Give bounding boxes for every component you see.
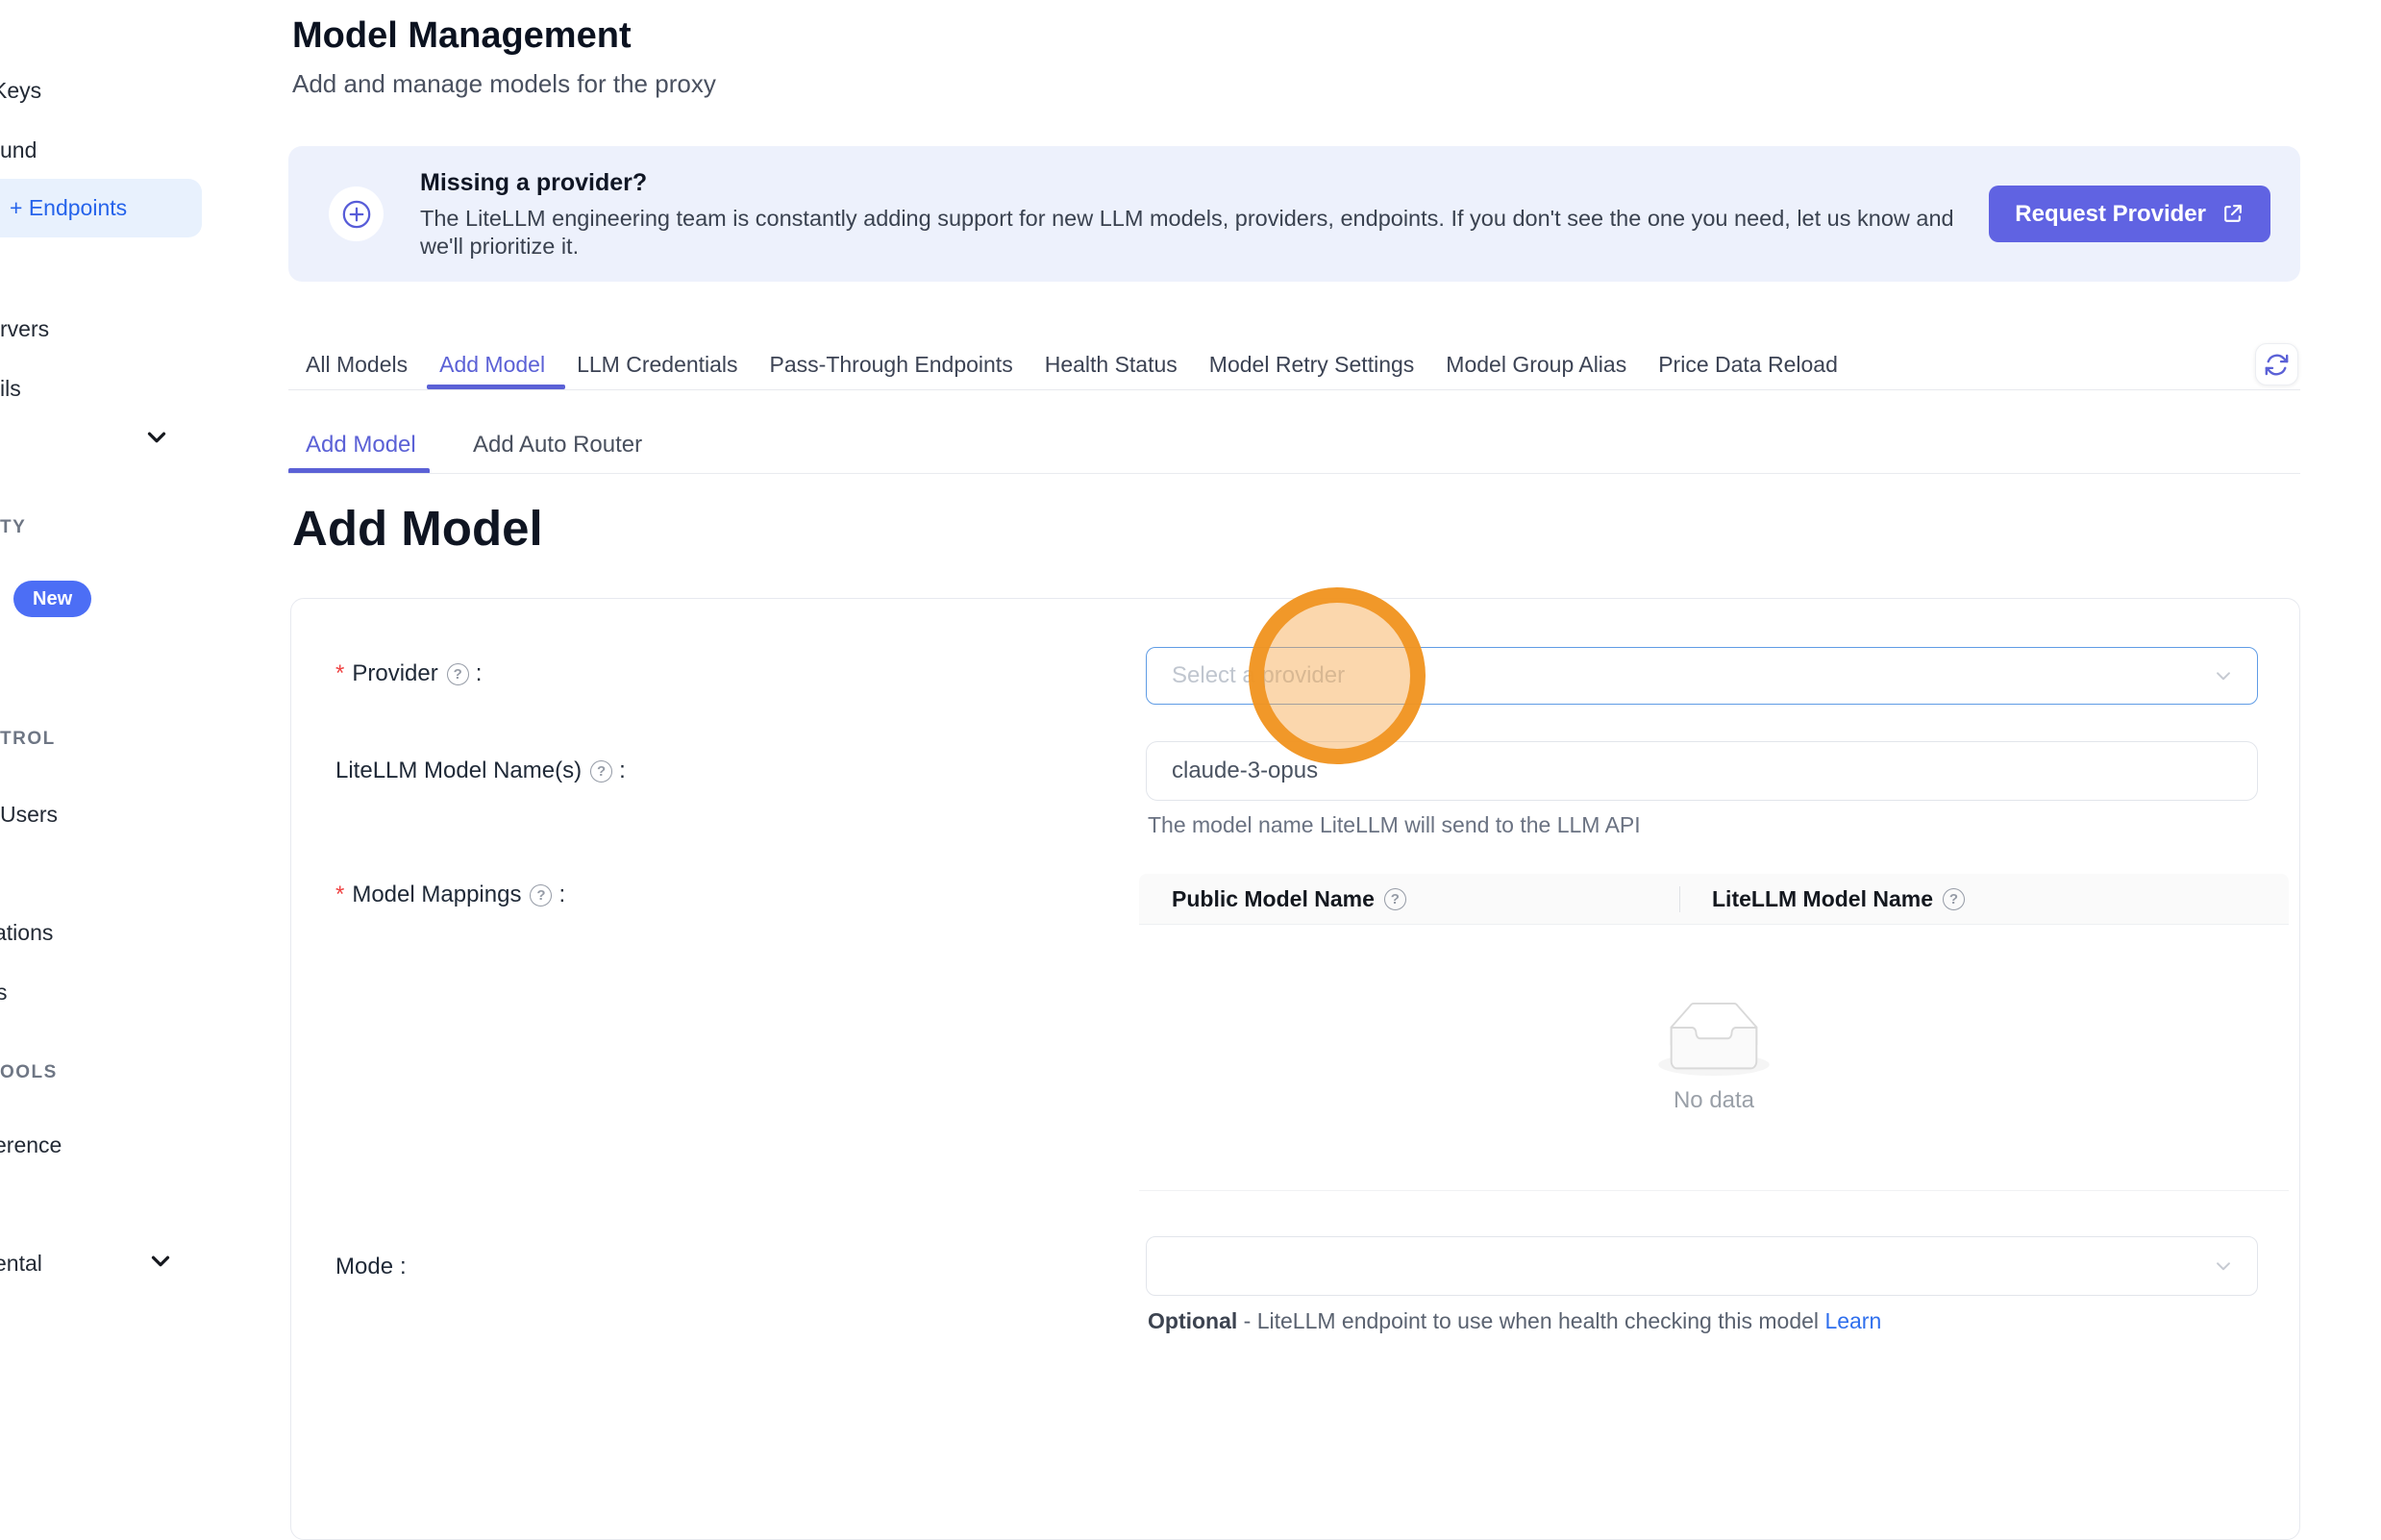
help-circle-icon[interactable] (1384, 888, 1406, 910)
model-name-input[interactable] (1146, 741, 2258, 801)
subtab-add-auto-router[interactable]: Add Auto Router (473, 432, 642, 459)
tabs-divider (288, 389, 2300, 390)
required-asterisk: * (335, 882, 344, 908)
add-model-heading: Add Model (292, 500, 543, 557)
subtabs-divider (288, 473, 2300, 474)
banner-body-line1: The LiteLLM engineering team is constant… (420, 206, 1954, 232)
add-model-form-card: * Provider LiteLLM Model Name(s) The mod… (290, 598, 2300, 1540)
chevron-down-icon[interactable] (146, 1247, 175, 1276)
mode-select-input[interactable] (1147, 1237, 2257, 1295)
sidebar-item-organizations[interactable]: ations (0, 913, 53, 952)
banner-title: Missing a provider? (420, 169, 647, 197)
banner-body-line2: we'll prioritize it. (420, 234, 579, 260)
page-title: Model Management (292, 15, 632, 57)
sidebar-section-label: OOLS (0, 1062, 58, 1083)
tab-health-status[interactable]: Health Status (1045, 352, 1178, 378)
model-name-label: LiteLLM Model Name(s) (335, 754, 626, 788)
sidebar-item-playground[interactable]: und (0, 131, 37, 169)
tab-model-group-alias[interactable]: Model Group Alias (1446, 352, 1626, 378)
provider-select[interactable] (1146, 647, 2258, 705)
help-circle-icon[interactable] (530, 884, 552, 907)
sidebar-section-label: TROL (0, 729, 56, 750)
help-circle-icon[interactable] (447, 663, 469, 685)
tab-add-model[interactable]: Add Model (439, 352, 545, 378)
sidebar-item-api-reference[interactable]: erence (0, 1126, 62, 1164)
column-divider (1679, 886, 1680, 912)
sidebar-item-teams[interactable]: s (0, 973, 8, 1011)
chevron-down-icon (2211, 663, 2236, 688)
provider-select-input[interactable] (1147, 648, 2257, 704)
sidebar-item-guardrails[interactable]: ils (0, 369, 21, 408)
mode-help-text: Optional - LiteLLM endpoint to use when … (1148, 1308, 1881, 1334)
sidebar-item-keys[interactable]: Keys (0, 71, 41, 110)
column-header-litellm-model-name: LiteLLM Model Name (1679, 886, 1965, 912)
model-name-help-text: The model name LiteLLM will send to the … (1148, 812, 1641, 838)
missing-provider-banner: Missing a provider? The LiteLLM engineer… (288, 146, 2300, 282)
refresh-icon (2264, 352, 2290, 378)
chevron-down-icon[interactable] (142, 423, 171, 452)
mode-label: Mode (335, 1250, 407, 1284)
help-circle-icon[interactable] (1943, 888, 1965, 910)
new-badge: New (13, 581, 91, 617)
tab-llm-credentials[interactable]: LLM Credentials (577, 352, 737, 378)
required-asterisk: * (335, 660, 344, 687)
tab-price-data-reload[interactable]: Price Data Reload (1658, 352, 1838, 378)
subtab-add-model[interactable]: Add Model (306, 432, 416, 459)
sidebar-item-experimental[interactable]: ental (0, 1244, 42, 1282)
sidebar-item-models-endpoints-active[interactable]: + Endpoints (0, 179, 202, 237)
table-empty-state: No data (1139, 925, 2289, 1191)
request-provider-button[interactable]: Request Provider (1989, 186, 2270, 242)
tab-model-retry-settings[interactable]: Model Retry Settings (1209, 352, 1414, 378)
model-mappings-label: * Model Mappings (335, 878, 565, 912)
sidebar-item-label: + Endpoints (10, 195, 127, 221)
no-data-text: No data (1674, 1087, 1754, 1114)
tab-bar: All Models Add Model LLM Credentials Pas… (306, 352, 1838, 378)
request-provider-label: Request Provider (2015, 201, 2206, 228)
chevron-down-icon (2211, 1254, 2236, 1279)
learn-more-link[interactable]: Learn (1824, 1308, 1881, 1333)
table-header-row: Public Model Name LiteLLM Model Name (1139, 874, 2289, 925)
tab-pass-through-endpoints[interactable]: Pass-Through Endpoints (770, 352, 1013, 378)
page-subtitle: Add and manage models for the proxy (292, 69, 716, 99)
refresh-button[interactable] (2255, 343, 2298, 385)
inbox-icon (1653, 1002, 1774, 1078)
external-link-icon (2220, 202, 2245, 226)
help-circle-icon[interactable] (590, 760, 612, 782)
plus-circle-icon (329, 186, 384, 241)
sidebar: Keys und + Endpoints rvers ils TY New TR… (0, 0, 252, 1331)
model-mappings-table: Public Model Name LiteLLM Model Name No (1139, 874, 2289, 1191)
sidebar-item-servers[interactable]: rvers (0, 310, 49, 348)
mode-select[interactable] (1146, 1236, 2258, 1296)
provider-label: * Provider (335, 657, 482, 691)
sidebar-section-label: TY (0, 517, 26, 538)
sidebar-item-users[interactable]: Users (0, 795, 58, 833)
tab-all-models[interactable]: All Models (306, 352, 408, 378)
column-header-public-model-name: Public Model Name (1139, 886, 1679, 912)
